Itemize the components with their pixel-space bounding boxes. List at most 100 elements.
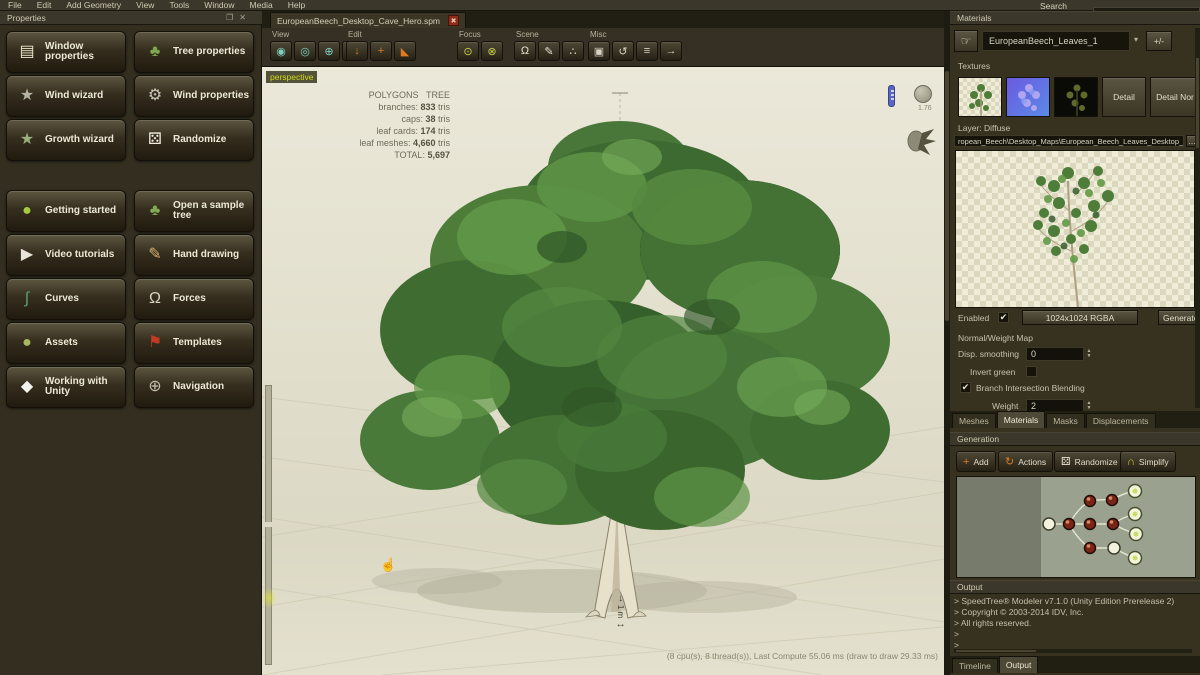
detail-texture-slot-button[interactable]: Detail — [1102, 77, 1146, 117]
window-icon[interactable]: ▣ — [588, 41, 610, 61]
output-header: Output — [950, 580, 1200, 594]
menu-view[interactable]: View — [136, 0, 154, 10]
getting-started-button[interactable]: ●Getting started — [6, 190, 126, 232]
focus-selected-icon[interactable]: ⊙ — [457, 41, 479, 61]
growth-wizard-button[interactable]: ★Growth wizard — [6, 119, 126, 161]
wind-properties-button[interactable]: ⚙Wind properties — [134, 75, 254, 117]
button-label: Wind properties — [173, 91, 249, 102]
templates-button[interactable]: ⚑Templates — [134, 322, 254, 364]
working-with-unity-button[interactable]: ◆Working with Unity — [6, 366, 126, 408]
menu-file[interactable]: File — [8, 0, 22, 10]
axis-gizmo-icon[interactable] — [888, 85, 895, 107]
button-label: Forces — [173, 294, 206, 305]
diffuse-texture-thumbnail[interactable] — [958, 77, 1002, 117]
assets-button[interactable]: ●Assets — [6, 322, 126, 364]
hand-drawing-button[interactable]: ✎Hand drawing — [134, 234, 254, 276]
menu-add-geometry[interactable]: Add Geometry — [66, 0, 121, 10]
tree-properties-button[interactable]: ♣Tree properties — [134, 31, 254, 73]
materials-panel: Materials ☞ EuropeanBeech_Leaves_1 ▾ +/-… — [950, 11, 1200, 675]
generate-normal-button[interactable]: Generate N — [1158, 310, 1200, 325]
close-tab-icon[interactable]: ✖ — [448, 15, 459, 26]
list-icon[interactable]: ≡ — [636, 41, 658, 61]
tab-output[interactable]: Output — [999, 656, 1039, 673]
wind-wizard-button[interactable]: ★Wind wizard — [6, 75, 126, 117]
bottom-tabs: Timeline Output — [950, 656, 1200, 673]
materials-header: Materials — [950, 11, 1200, 25]
unity-logo-icon: ◆ — [15, 379, 39, 396]
button-label: Randomize — [173, 135, 226, 146]
actions-button[interactable]: ↻Actions — [998, 451, 1053, 472]
scatter-icon[interactable]: ∴ — [562, 41, 584, 61]
tab-timeline[interactable]: Timeline — [952, 658, 998, 673]
tab-materials[interactable]: Materials — [997, 411, 1045, 428]
weight-label: Weight — [992, 401, 1018, 411]
zoom-icon[interactable]: ⊕ — [318, 41, 340, 61]
target-icon[interactable]: ◎ — [294, 41, 316, 61]
material-name-dropdown[interactable]: EuropeanBeech_Leaves_1 — [982, 31, 1130, 51]
detail-normal-texture-slot-button[interactable]: Detail Nor — [1150, 77, 1200, 117]
disp-smoothing-spinner[interactable]: 0 ▲▼ — [1026, 347, 1094, 361]
add-generator-button[interactable]: +Add — [956, 451, 996, 472]
add-remove-material-button[interactable]: +/- — [1146, 31, 1172, 51]
tree-properties-icon: ♣ — [143, 44, 167, 61]
scale-reference-sphere[interactable] — [914, 85, 932, 103]
menu-bar: File Edit Add Geometry View Tools Window… — [0, 0, 1200, 11]
video-tutorials-button[interactable]: ▶Video tutorials — [6, 234, 126, 276]
menu-help[interactable]: Help — [288, 0, 305, 10]
randomize-button[interactable]: ⚄Randomize — [134, 119, 254, 161]
tab-masks[interactable]: Masks — [1046, 413, 1085, 428]
toolbar-group-edit-label: Edit — [346, 30, 416, 39]
enabled-label: Enabled — [958, 313, 989, 323]
texture-preview[interactable] — [955, 150, 1195, 308]
add-node-icon[interactable]: + — [370, 41, 392, 61]
export-icon[interactable]: → — [660, 41, 682, 61]
curves-button[interactable]: ∫Curves — [6, 278, 126, 320]
focus-off-icon[interactable]: ⊗ — [481, 41, 503, 61]
scale-reference-height: 1.76 — [918, 105, 932, 112]
tab-meshes[interactable]: Meshes — [952, 413, 996, 428]
branch-blending-checkbox[interactable]: ✔ — [960, 382, 971, 393]
generation-header: Generation — [950, 432, 1200, 446]
close-panel-icon[interactable]: ✕ — [239, 13, 246, 22]
hand-cursor-icon: ☝ — [380, 557, 396, 573]
navigation-icon: ⊕ — [143, 379, 167, 396]
generation-node-graph[interactable] — [956, 476, 1196, 578]
enabled-checkbox[interactable]: ✔ — [998, 312, 1009, 323]
orbit-icon[interactable]: ◉ — [270, 41, 292, 61]
document-tab[interactable]: EuropeanBeech_Desktop_Cave_Hero.spm ✖ — [270, 12, 466, 28]
output-horizontal-scrollbar[interactable] — [954, 649, 1192, 653]
randomize-generation-button[interactable]: ⚄Randomize — [1054, 451, 1125, 472]
resolution-button[interactable]: 1024x1024 RGBA — [1022, 310, 1138, 325]
invert-green-checkbox[interactable] — [1026, 366, 1037, 377]
materials-scrollbar[interactable] — [1195, 28, 1200, 408]
getting-started-icon: ● — [15, 203, 39, 220]
randomize-icon: ⚄ — [1061, 455, 1071, 468]
forces-button[interactable]: ΩForces — [134, 278, 254, 320]
prune-icon[interactable]: ◣ — [394, 41, 416, 61]
normal-texture-thumbnail[interactable] — [1006, 77, 1050, 117]
undo-icon[interactable]: ↺ — [612, 41, 634, 61]
magnet-icon[interactable]: Ω — [514, 41, 536, 61]
navigation-button[interactable]: ⊕Navigation — [134, 366, 254, 408]
stat-caps: caps: 38 tris — [290, 113, 450, 125]
view-mode-label[interactable]: perspective — [266, 71, 317, 83]
draw-icon[interactable]: ✎ — [538, 41, 560, 61]
specular-texture-thumbnail[interactable] — [1054, 77, 1098, 117]
menu-media[interactable]: Media — [250, 0, 273, 10]
viewport-3d[interactable]: perspective POLYGONS TREE branches: 833 … — [262, 67, 944, 675]
chevron-down-icon[interactable]: ▾ — [1134, 35, 1138, 44]
texture-path-field[interactable]: ropean_Beech\Desktop_Maps\European_Beech… — [954, 135, 1184, 147]
tab-displacements[interactable]: Displacements — [1086, 413, 1156, 428]
menu-edit[interactable]: Edit — [37, 0, 52, 10]
open-sample-tree-button[interactable]: ♣Open a sample tree — [134, 190, 254, 232]
menu-window[interactable]: Window — [204, 0, 234, 10]
stat-total: TOTAL: 5,697 — [290, 149, 450, 161]
menu-tools[interactable]: Tools — [169, 0, 189, 10]
material-type-icon[interactable]: ☞ — [954, 30, 978, 52]
drop-node-icon[interactable]: ↓ — [346, 41, 368, 61]
simplify-button[interactable]: ∩Simplify — [1120, 451, 1176, 472]
stat-leaf-cards: leaf cards: 174 tris — [290, 125, 450, 137]
polygon-stats: POLYGONS TREE branches: 833 tris caps: 3… — [290, 89, 450, 161]
window-properties-button[interactable]: ▤Window properties — [6, 31, 126, 73]
float-panel-icon[interactable]: ❐ — [226, 13, 233, 22]
